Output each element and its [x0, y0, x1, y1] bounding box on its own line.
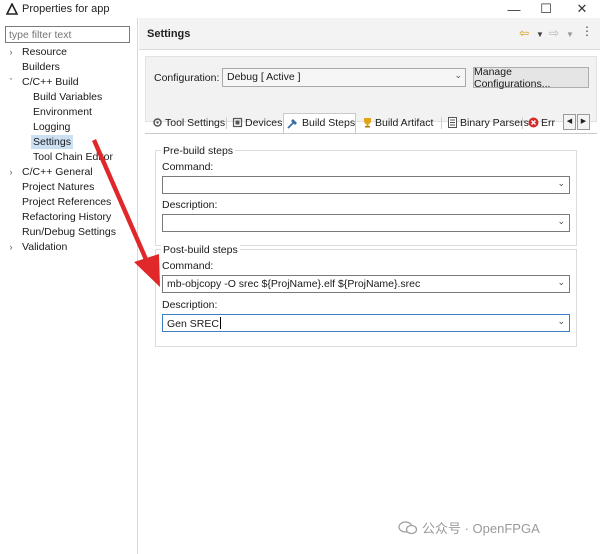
pre-build-group: Pre-build steps Command: ⌄ Description: … — [155, 145, 577, 246]
tab-label: Tool Settings — [165, 117, 226, 129]
close-button[interactable]: ✕ — [566, 0, 598, 18]
tree-item-resource[interactable]: Resource — [22, 45, 67, 59]
tree-item-environment[interactable]: Environment — [33, 105, 92, 119]
binary-parsers-icon — [448, 117, 457, 128]
chevron-right-icon[interactable]: › — [6, 165, 16, 179]
title-bar: Properties for app — ☐ ✕ — [0, 0, 600, 18]
chevron-down-icon: ⌄ — [454, 70, 462, 80]
pre-build-title: Pre-build steps — [161, 145, 236, 157]
manage-configurations-button[interactable]: Manage Configurations... — [473, 66, 589, 90]
tab-separator — [226, 117, 227, 129]
chevron-down-icon[interactable]: ⌄ — [557, 216, 565, 227]
tree-item-logging[interactable]: Logging — [33, 120, 70, 134]
app-icon — [6, 3, 18, 15]
tab-scroll-right-button[interactable]: ▶ — [577, 114, 590, 130]
tab-tool-settings[interactable]: Tool Settings — [149, 115, 225, 132]
post-build-group: Post-build steps Command: mb-objcopy -O … — [155, 244, 577, 347]
page-header: Settings ⇦ ▼ ⇨ ▼ ⋮ — [139, 18, 600, 50]
post-build-description-label: Description: — [162, 299, 218, 311]
tree-item-refactoring-history[interactable]: Refactoring History — [22, 210, 111, 224]
build-steps-icon — [287, 119, 297, 129]
tab-bar: Tool Settings Devices Build Steps Build … — [145, 113, 597, 133]
view-menu-icon[interactable]: ⋮ — [581, 24, 593, 38]
tab-scroll-left-button[interactable]: ◀ — [563, 114, 576, 130]
back-dropdown-icon[interactable]: ▼ — [536, 28, 544, 42]
post-build-command-field[interactable]: mb-objcopy -O srec ${ProjName}.elf ${Pro… — [162, 275, 570, 293]
forward-dropdown-icon[interactable]: ▼ — [566, 28, 574, 42]
tree-item-build-variables[interactable]: Build Variables — [33, 90, 102, 104]
error-icon — [528, 117, 539, 128]
tool-settings-icon — [153, 118, 162, 127]
chevron-down-icon[interactable]: ⌄ — [557, 277, 565, 288]
tree-item-builders[interactable]: Builders — [22, 60, 60, 74]
chevron-down-icon[interactable]: ⌄ — [557, 178, 565, 189]
tab-label: Build Artifact — [375, 117, 434, 129]
tab-label: Build Steps — [302, 117, 356, 129]
text-caret — [219, 317, 221, 329]
configuration-value: Debug [ Active ] — [227, 71, 301, 83]
tab-devices[interactable]: Devices — [229, 115, 282, 132]
chevron-down-icon[interactable]: ⌄ — [557, 316, 565, 327]
tree-item-tool-chain-editor[interactable]: Tool Chain Editor — [33, 150, 113, 164]
chevron-down-icon[interactable]: ˇ — [6, 75, 16, 89]
tree-item-project-references[interactable]: Project References — [22, 195, 111, 209]
pre-build-description-label: Description: — [162, 199, 218, 211]
tab-label: Devices — [245, 117, 283, 129]
tab-build-artifact[interactable]: Build Artifact — [359, 115, 433, 132]
devices-icon — [232, 117, 243, 128]
pre-build-command-field[interactable]: ⌄ — [162, 176, 570, 194]
tab-error-parsers[interactable]: Err — [525, 115, 555, 132]
build-artifact-icon — [364, 118, 371, 128]
page-title: Settings — [147, 28, 191, 40]
tree-item-cpp-general[interactable]: C/C++ General — [22, 165, 93, 179]
watermark: 公众号 · OpenFPGA — [398, 518, 540, 537]
watermark-text: 公众号 · OpenFPGA — [422, 521, 540, 536]
navigation-pane: › Resource Builders ˇ C/C++ Build Build … — [0, 18, 138, 554]
tab-build-steps[interactable]: Build Steps — [283, 113, 357, 133]
post-build-description-value: Gen SREC — [167, 318, 219, 330]
post-build-title: Post-build steps — [161, 244, 240, 256]
tree-item-cpp-build[interactable]: C/C++ Build — [22, 75, 79, 89]
configuration-label: Configuration: — [154, 72, 220, 84]
tab-separator — [441, 117, 442, 129]
tab-binary-parsers[interactable]: Binary Parsers — [444, 115, 529, 132]
chevron-right-icon[interactable]: › — [6, 240, 16, 254]
tree-item-validation[interactable]: Validation — [22, 240, 67, 254]
post-build-command-value: mb-objcopy -O srec ${ProjName}.elf ${Pro… — [167, 278, 421, 290]
build-steps-panel: Pre-build steps Command: ⌄ Description: … — [145, 133, 597, 554]
settings-page: Settings ⇦ ▼ ⇨ ▼ ⋮ Configuration: Debug … — [139, 18, 600, 554]
tab-separator — [522, 117, 523, 129]
post-build-description-field[interactable]: Gen SREC ⌄ — [162, 314, 570, 332]
forward-arrow-icon[interactable]: ⇨ — [549, 26, 559, 40]
filter-input[interactable] — [5, 26, 130, 43]
back-arrow-icon[interactable]: ⇦ — [519, 26, 529, 40]
pre-build-command-label: Command: — [162, 161, 214, 173]
tab-label: Binary Parsers — [460, 117, 529, 129]
post-build-command-label: Command: — [162, 260, 214, 272]
window-title: Properties for app — [22, 3, 110, 15]
tab-label: Err — [541, 117, 555, 129]
maximize-button[interactable]: ☐ — [530, 0, 562, 18]
tree-item-settings[interactable]: Settings — [31, 135, 73, 149]
tree-item-project-natures[interactable]: Project Natures — [22, 180, 94, 194]
tree-item-run-debug-settings[interactable]: Run/Debug Settings — [22, 225, 116, 239]
pre-build-description-field[interactable]: ⌄ — [162, 214, 570, 232]
minimize-button[interactable]: — — [498, 0, 530, 18]
wechat-icon — [398, 520, 418, 534]
configuration-select[interactable]: Debug [ Active ] ⌄ — [222, 68, 466, 87]
chevron-right-icon[interactable]: › — [6, 45, 16, 59]
